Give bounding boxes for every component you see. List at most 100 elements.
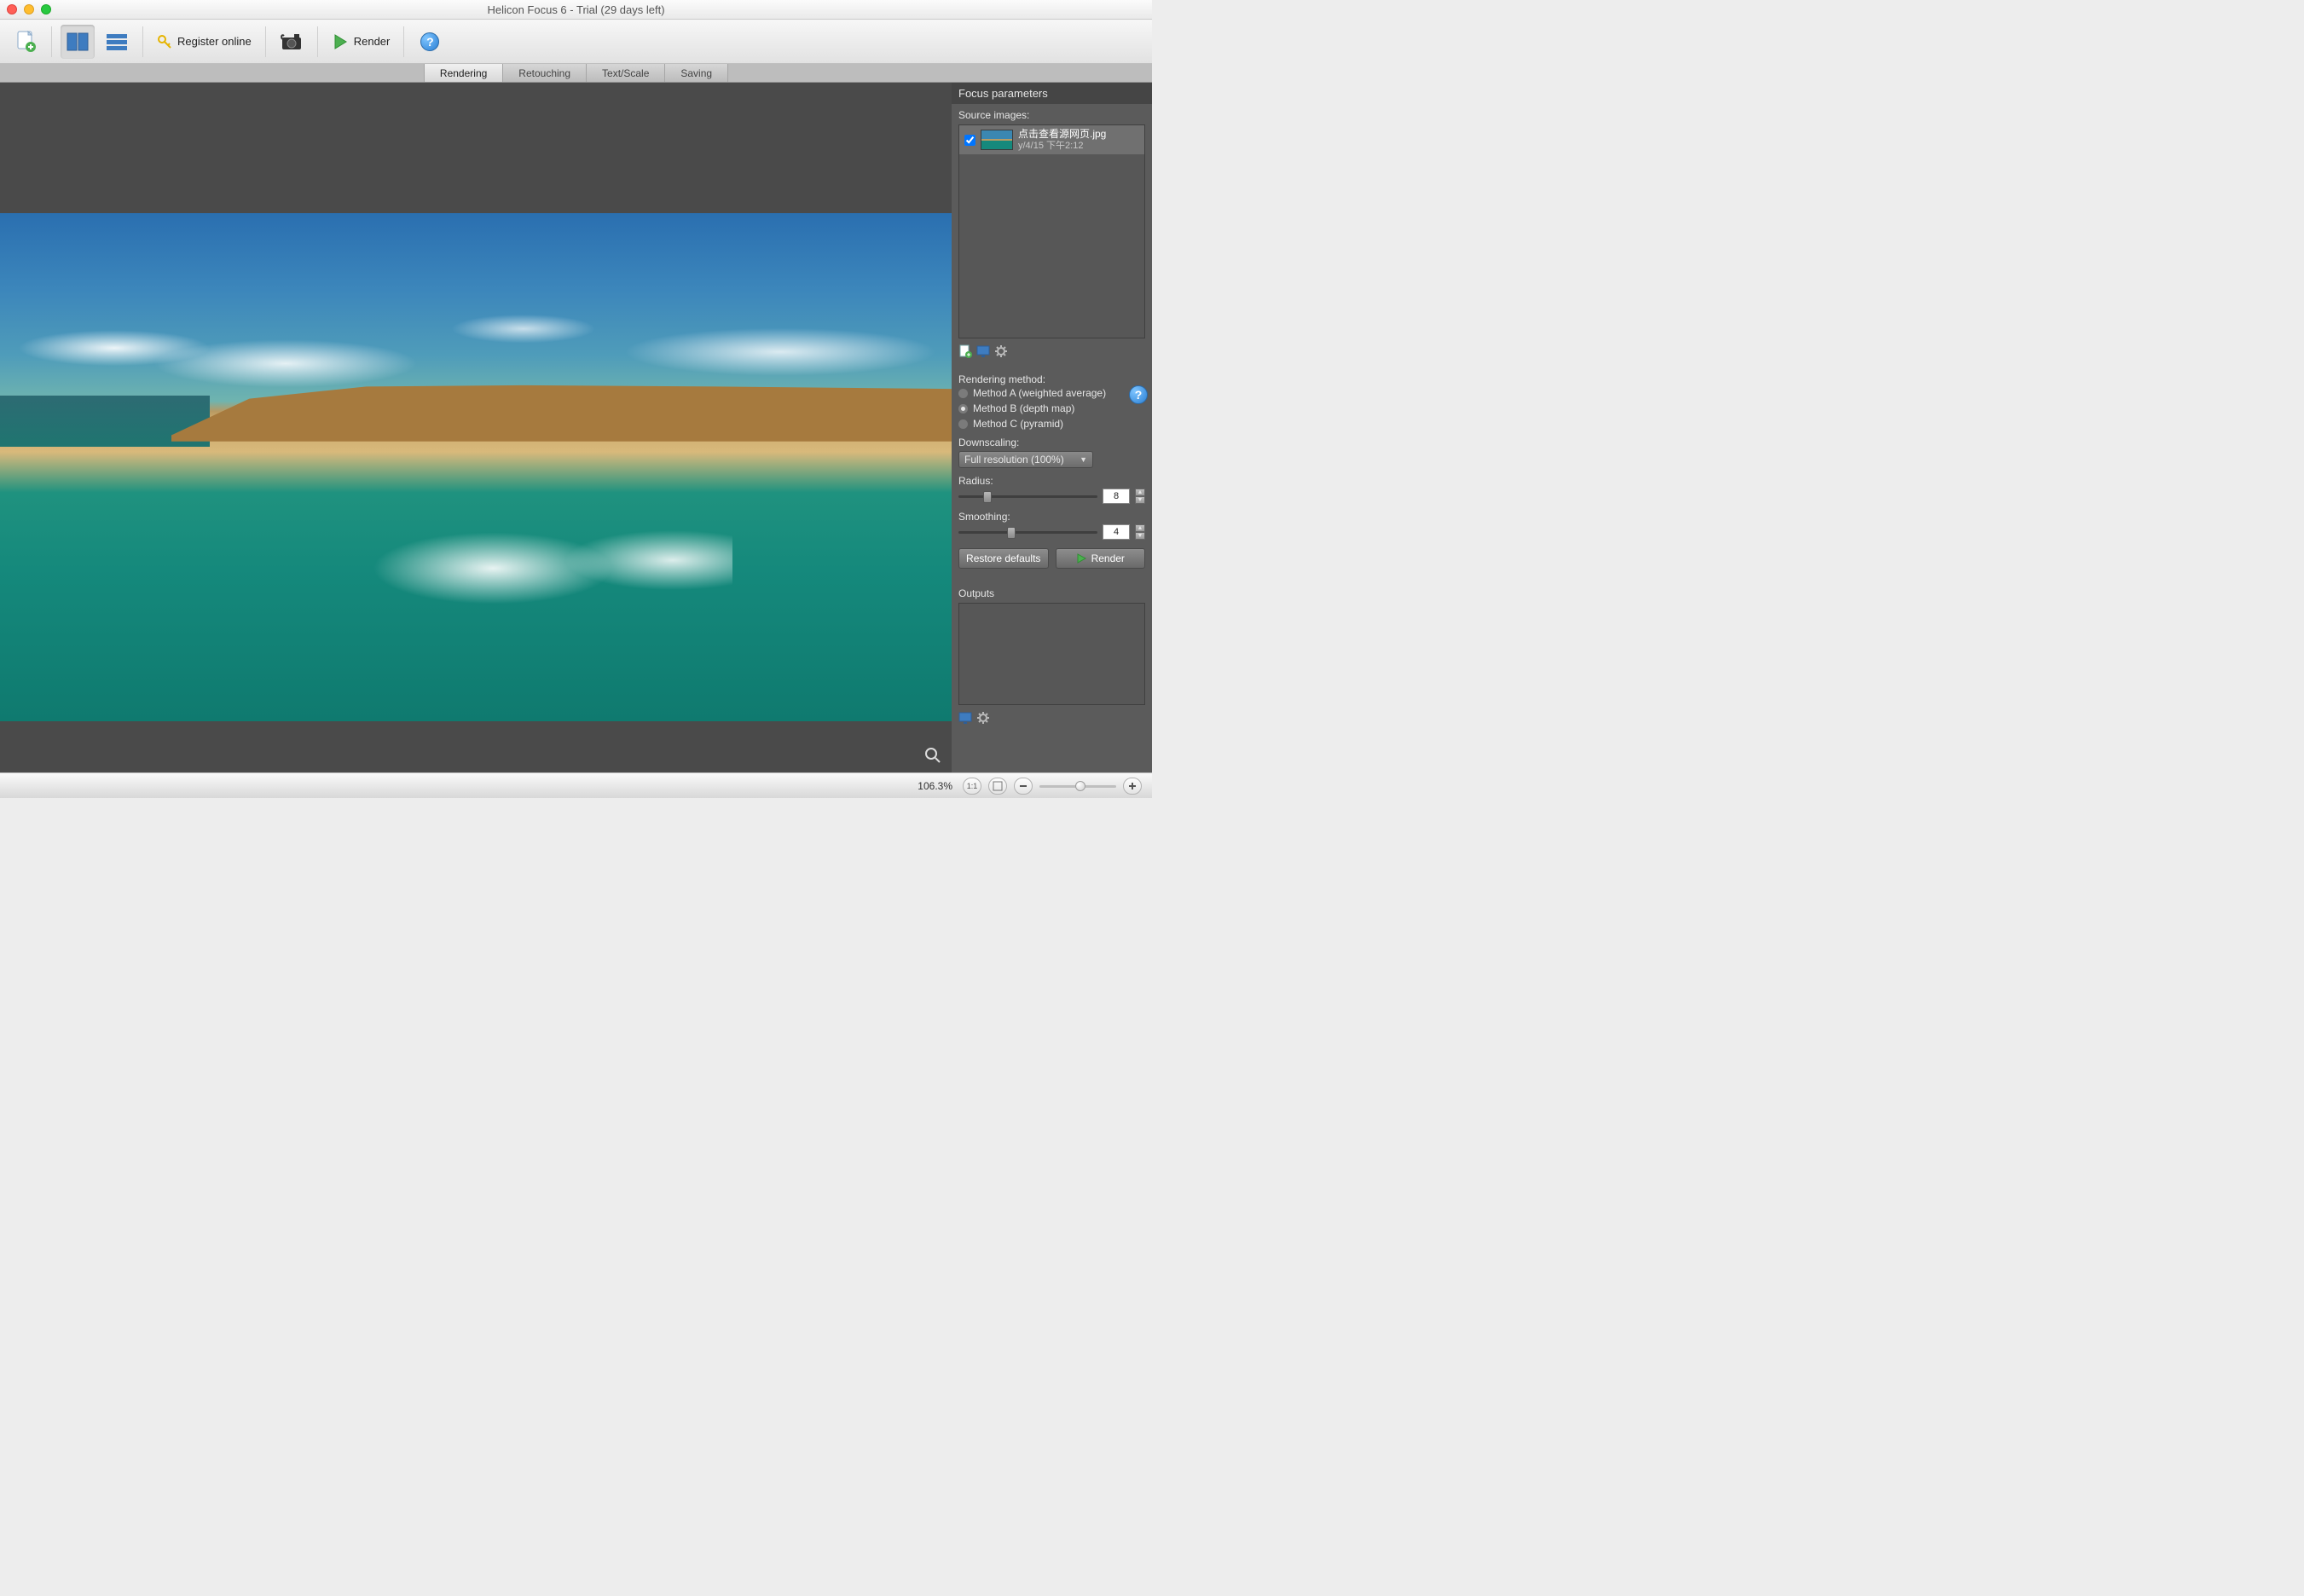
zoom-fit-button[interactable]	[988, 778, 1007, 795]
source-image-checkbox[interactable]	[964, 135, 975, 146]
panel-render-button[interactable]: Render	[1056, 548, 1146, 569]
smoothing-value[interactable]: 4	[1103, 524, 1130, 540]
status-bar: 106.3% 1:1	[0, 772, 1152, 798]
mode-tabstrip: Rendering Retouching Text/Scale Saving	[0, 64, 1152, 83]
method-b-radio[interactable]: Method B (depth map)	[958, 401, 1145, 416]
radius-value[interactable]: 8	[1103, 489, 1130, 504]
smoothing-up-button[interactable]: ▲	[1135, 524, 1145, 532]
downscaling-label: Downscaling:	[958, 437, 1145, 448]
play-small-icon	[1076, 553, 1086, 564]
outputs-section: Outputs	[952, 582, 1152, 735]
render-button[interactable]: Render	[327, 25, 396, 59]
toolbar-separator	[51, 26, 52, 57]
output-settings-button[interactable]	[976, 711, 990, 725]
main-area: Focus parameters Source images: 点击查看源网页.…	[0, 83, 1152, 772]
help-icon: ?	[420, 32, 439, 51]
source-settings-button[interactable]	[994, 344, 1008, 358]
smoothing-slider[interactable]	[958, 525, 1097, 539]
zoom-out-button[interactable]	[1014, 778, 1033, 795]
plus-icon	[1127, 781, 1138, 791]
zoom-slider[interactable]	[1039, 778, 1116, 795]
smoothing-control: 4 ▲ ▼	[958, 524, 1145, 540]
key-icon	[157, 34, 172, 49]
zoom-in-button[interactable]	[1123, 778, 1142, 795]
magnifier-icon	[924, 747, 941, 764]
minus-icon	[1018, 781, 1028, 791]
add-source-button[interactable]	[958, 344, 972, 358]
zoom-actual-button[interactable]: 1:1	[963, 778, 981, 795]
outputs-list[interactable]	[958, 603, 1145, 705]
radius-slider[interactable]	[958, 489, 1097, 503]
source-images-list[interactable]: 点击查看源网页.jpg y/4/15 下午2:12	[958, 124, 1145, 338]
camera-icon	[281, 32, 303, 51]
source-images-section: Source images: 点击查看源网页.jpg y/4/15 下午2:12	[952, 104, 1152, 368]
register-online-button[interactable]: Register online	[152, 25, 257, 59]
smoothing-spinner: ▲ ▼	[1135, 524, 1145, 540]
rendering-method-section: Rendering method: ? Method A (weighted a…	[952, 368, 1152, 574]
source-image-item[interactable]: 点击查看源网页.jpg y/4/15 下午2:12	[959, 125, 1144, 154]
main-toolbar: Register online Render ?	[0, 20, 1152, 64]
radius-up-button[interactable]: ▲	[1135, 489, 1145, 496]
render-label: Render	[354, 35, 391, 48]
monitor-icon	[976, 344, 990, 358]
downscaling-value: Full resolution (100%)	[964, 454, 1064, 466]
window-title: Helicon Focus 6 - Trial (29 days left)	[0, 3, 1152, 16]
method-c-label: Method C (pyramid)	[973, 418, 1063, 430]
zoom-actual-label: 1:1	[967, 782, 978, 790]
output-actions	[958, 708, 1145, 730]
restore-defaults-label: Restore defaults	[966, 552, 1040, 564]
tab-textscale[interactable]: Text/Scale	[587, 64, 665, 82]
camera-button[interactable]	[275, 25, 309, 59]
method-a-label: Method A (weighted average)	[973, 387, 1106, 399]
panel-title: Focus parameters	[952, 83, 1152, 104]
help-button[interactable]: ?	[413, 25, 447, 59]
rendering-help-button[interactable]: ?	[1129, 385, 1148, 404]
play-icon	[332, 33, 349, 50]
screen-source-button[interactable]	[976, 344, 990, 358]
layout-split-icon	[67, 32, 89, 51]
action-buttons: Restore defaults Render	[958, 548, 1145, 569]
toolbar-separator	[265, 26, 266, 57]
radius-control: 8 ▲ ▼	[958, 489, 1145, 504]
source-actions	[958, 342, 1145, 363]
toolbar-separator	[142, 26, 143, 57]
image-viewer	[0, 83, 952, 772]
smoothing-label: Smoothing:	[958, 511, 1145, 523]
layout-split-button[interactable]	[61, 25, 95, 59]
radio-icon	[958, 419, 968, 429]
maximize-window-button[interactable]	[41, 4, 51, 14]
gear-icon	[994, 344, 1008, 358]
smoothing-down-button[interactable]: ▼	[1135, 532, 1145, 540]
radius-label: Radius:	[958, 475, 1145, 487]
radius-down-button[interactable]: ▼	[1135, 496, 1145, 504]
method-b-label: Method B (depth map)	[973, 402, 1074, 414]
zoom-percentage: 106.3%	[918, 780, 952, 792]
source-image-meta: 点击查看源网页.jpg y/4/15 下午2:12	[1018, 129, 1106, 151]
source-images-label: Source images:	[958, 109, 1145, 121]
downscaling-select[interactable]: Full resolution (100%) ▼	[958, 451, 1093, 468]
window-controls	[7, 4, 51, 14]
register-online-label: Register online	[177, 35, 252, 48]
preview-image	[0, 213, 952, 721]
tab-rendering[interactable]: Rendering	[424, 64, 503, 82]
output-screen-button[interactable]	[958, 711, 972, 725]
canvas-container[interactable]	[0, 83, 952, 772]
method-c-radio[interactable]: Method C (pyramid)	[958, 416, 1145, 431]
fit-screen-icon	[993, 781, 1003, 791]
radio-icon	[958, 404, 968, 413]
add-file-button[interactable]	[9, 25, 43, 59]
chevron-down-icon: ▼	[1080, 455, 1087, 464]
magnifier-button[interactable]	[924, 747, 941, 764]
source-image-filename: 点击查看源网页.jpg	[1018, 129, 1106, 141]
gear-icon	[976, 711, 990, 725]
minimize-window-button[interactable]	[24, 4, 34, 14]
method-a-radio[interactable]: Method A (weighted average)	[958, 385, 1145, 401]
layout-list-button[interactable]	[100, 25, 134, 59]
tab-saving[interactable]: Saving	[665, 64, 728, 82]
rendering-method-label: Rendering method:	[958, 373, 1145, 385]
tab-retouching[interactable]: Retouching	[503, 64, 587, 82]
right-panel: Focus parameters Source images: 点击查看源网页.…	[952, 83, 1152, 772]
restore-defaults-button[interactable]: Restore defaults	[958, 548, 1049, 569]
close-window-button[interactable]	[7, 4, 17, 14]
source-image-thumbnail	[981, 130, 1013, 150]
